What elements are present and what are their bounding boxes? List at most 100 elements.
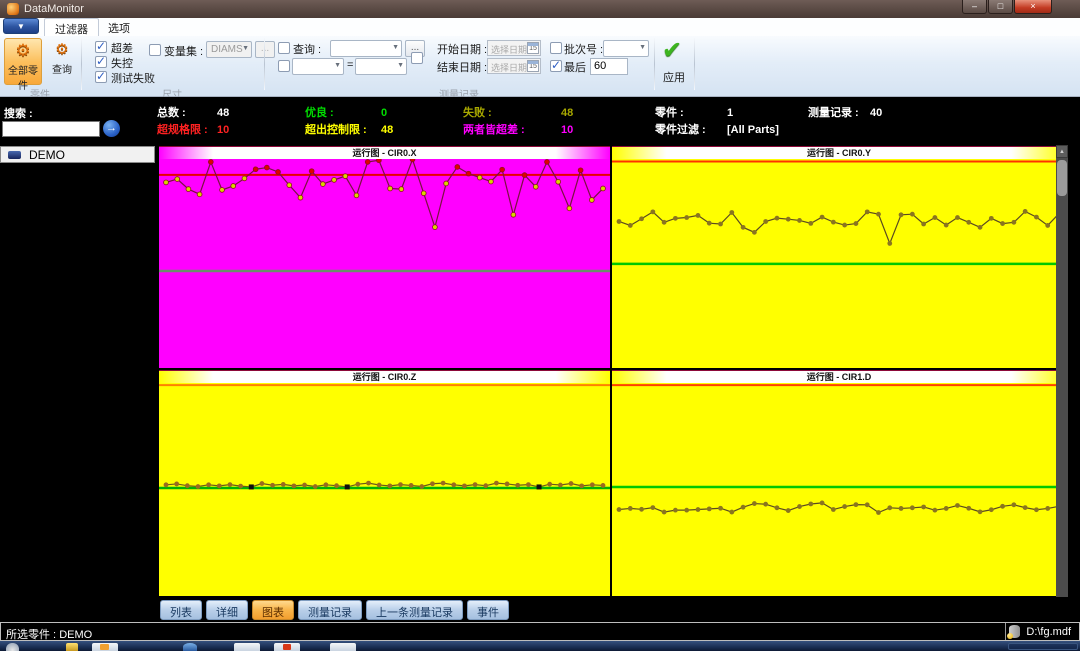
apply-check-icon: ✔ [662,36,682,65]
stat-value: 10 [561,124,573,136]
variable-set-select[interactable]: DIAMS ▼ [206,41,252,58]
variable-set-checkbox[interactable] [149,44,161,56]
end-date-input[interactable]: 选择日期 15 [487,58,541,74]
search-go-button[interactable]: → [103,120,120,137]
chart-title: 运行图 - CIR1.D [612,371,1066,383]
tab-measurements[interactable]: 测量记录 [298,600,362,620]
data-point [887,241,892,246]
tab-previous-measurement[interactable]: 上一条测量记录 [366,600,463,620]
calendar-icon[interactable]: 15 [527,42,539,54]
run-chart-cir1d[interactable]: 运行图 - CIR1.D [612,370,1066,596]
data-point [410,159,415,162]
data-point [505,482,510,487]
taskbar-icon[interactable] [66,643,78,651]
run-chart-cir0y[interactable]: 运行图 - CIR0.Y [612,146,1066,368]
data-point [376,159,381,163]
data-point [421,191,426,196]
data-point [797,504,802,509]
data-point [589,198,594,203]
field-select[interactable]: ▼ [292,58,344,75]
scroll-up-icon[interactable]: ▲ [1056,145,1068,158]
stat-label: 两者皆超差 : [463,121,561,137]
data-point [854,502,859,507]
chart-grid: 运行图 - CIR0.X 运行图 - CIR0.Y 运行图 - CIR0.Z 运… [157,145,1068,597]
chart-canvas [159,159,610,368]
calendar-icon[interactable]: 15 [527,60,539,72]
search-input[interactable] [2,121,100,137]
query-select[interactable]: ▼ [330,40,402,57]
minimize-button[interactable]: – [962,0,987,14]
data-point [601,186,606,191]
field-filter-checkbox[interactable] [278,60,290,72]
search-label: 搜索 : [4,105,33,121]
value-select[interactable]: ▼ [355,58,407,75]
last-count-input[interactable]: 60 [590,58,628,75]
start-button[interactable] [6,643,19,651]
run-chart-cir0x[interactable]: 运行图 - CIR0.X [159,146,610,368]
data-point [887,505,892,510]
apply-button[interactable]: 应用 [663,69,685,85]
out-of-control-checkbox[interactable] [95,56,107,68]
data-point [1023,505,1028,510]
app-menu-button[interactable]: ▼ [3,18,39,34]
batch-select[interactable]: ▼ [603,40,649,57]
chevron-down-icon: ▼ [639,44,646,51]
query-parts-button[interactable]: ⚙ 查询 [46,38,78,85]
data-point [196,484,201,489]
data-point [854,221,859,226]
data-point [537,484,542,489]
stats-bar: 搜索 : → 总数 :48超规格限 :10优良 :0超出控制限 :48失败 :4… [0,97,1080,145]
data-point [483,483,488,488]
stat-label: 零件过滤 : [655,121,727,137]
view-tab-bar: 列表详细图表测量记录上一条测量记录事件 [0,597,1080,622]
query-checkbox[interactable] [278,42,290,54]
tab-filter[interactable]: 过滤器 [44,18,99,36]
data-point [345,484,350,489]
data-point [264,165,269,170]
stat-label: 失败 : [463,104,561,120]
data-point [320,182,325,187]
chart-title: 运行图 - CIR0.Z [159,371,610,383]
taskbar-icon[interactable] [330,643,356,651]
chart-canvas [159,383,610,596]
stat-column: 总数 :48超规格限 :10 [157,104,229,138]
start-date-input[interactable]: 选择日期 15 [487,40,541,56]
data-point [260,481,265,486]
tab-detail[interactable]: 详细 [206,600,248,620]
data-point [430,481,435,486]
run-chart-cir0z[interactable]: 运行图 - CIR0.Z [159,370,610,596]
taskbar-icon[interactable] [234,643,260,651]
data-point [441,481,446,486]
tab-events[interactable]: 事件 [467,600,509,620]
taskbar-icon[interactable] [92,643,118,651]
tab-list[interactable]: 列表 [160,600,202,620]
tab-chart[interactable]: 图表 [252,600,294,620]
data-point [662,510,667,515]
last-checkbox[interactable] [550,60,562,72]
close-button[interactable]: × [1014,0,1052,14]
out-of-spec-checkbox[interactable] [95,41,107,53]
stat-value: 48 [381,124,393,136]
data-point [944,506,949,511]
tab-options[interactable]: 选项 [98,18,140,36]
data-point [786,508,791,513]
taskbar-icon[interactable] [274,643,300,651]
test-failed-checkbox[interactable] [95,71,107,83]
list-item-demo[interactable]: DEMO [0,146,155,163]
data-point [500,167,505,172]
batch-checkbox[interactable] [550,42,562,54]
date-range-checkbox[interactable] [411,52,423,64]
scrollbar-thumb[interactable] [1057,160,1067,196]
data-point [298,195,303,200]
vertical-scrollbar[interactable]: ▲ [1056,145,1068,597]
data-point [556,179,561,184]
data-point [910,505,915,510]
stat-value: 48 [217,107,229,119]
data-point [399,187,404,192]
maximize-button[interactable]: □ [988,0,1013,14]
variable-set-browse-button[interactable]: ... [255,41,275,58]
taskbar-icon[interactable] [183,643,197,651]
selected-part-label: 所选零件 : [6,629,56,641]
data-point [899,212,904,217]
all-parts-button[interactable]: ⚙ 全部零件 [4,38,42,85]
